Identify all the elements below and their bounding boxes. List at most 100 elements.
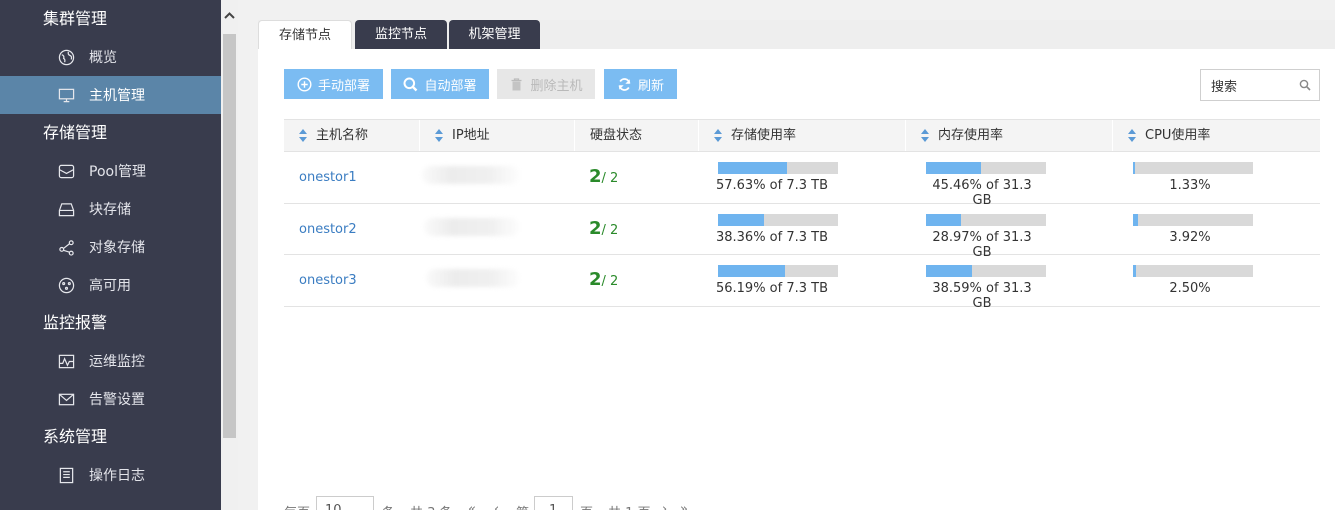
- col-divider: [1112, 120, 1113, 151]
- search-icon[interactable]: [1299, 79, 1311, 91]
- host-table: 主机名称 IP地址 硬盘状态 存储使用率 内存使用率 CPU使用率 onesto…: [284, 119, 1320, 311]
- host-name-link[interactable]: onestor2: [299, 222, 357, 237]
- ip-address-redacted: [422, 166, 520, 184]
- sidebar-item-label: 概览: [89, 50, 117, 66]
- cpu-usage-text: 3.92%: [1169, 229, 1211, 245]
- first-page-icon[interactable]: «: [468, 502, 476, 510]
- cpu-usage-bar: [1133, 162, 1253, 174]
- col-header-label: 存储使用率: [731, 128, 797, 143]
- table-header: 主机名称 IP地址 硬盘状态 存储使用率 内存使用率 CPU使用率: [284, 119, 1320, 152]
- table-row[interactable]: onestor2 2/ 2 38.36% of 7.3 TB 28.97% of…: [284, 204, 1320, 260]
- sidebar-item-high-availability[interactable]: 高可用: [0, 266, 221, 304]
- memory-usage-fill: [926, 162, 981, 174]
- sidebar-item-pool[interactable]: Pool管理: [0, 152, 221, 190]
- total-items: 共 3 条: [410, 502, 453, 510]
- auto-deploy-button[interactable]: 自动部署: [391, 69, 489, 99]
- sidebar-scrollbar[interactable]: [221, 0, 238, 510]
- col-header-host-name[interactable]: 主机名称: [299, 120, 368, 151]
- last-page-icon[interactable]: »: [680, 502, 688, 510]
- pulse-chart-icon: [57, 352, 75, 370]
- delete-host-label: 删除主机: [530, 78, 583, 94]
- per-page-select[interactable]: 10: [316, 496, 374, 510]
- sidebar-item-host-management[interactable]: 主机管理: [0, 76, 221, 114]
- sidebar-item-alert-settings[interactable]: 告警设置: [0, 380, 221, 418]
- section-title-cluster: 集群管理: [43, 9, 108, 28]
- per-page-value: 10: [325, 503, 342, 510]
- cpu-usage-fill: [1133, 162, 1135, 174]
- disk-status: 2/ 2: [589, 166, 618, 187]
- sidebar-item-label: 主机管理: [89, 88, 145, 104]
- sort-icon[interactable]: [921, 129, 929, 142]
- sort-icon[interactable]: [1128, 129, 1136, 142]
- disk-ok-count: 2: [589, 217, 602, 239]
- storage-usage-text: 38.36% of 7.3 TB: [715, 229, 829, 245]
- cpu-usage-text: 2.50%: [1169, 281, 1211, 296]
- sort-icon[interactable]: [435, 129, 443, 142]
- scrollbar-thumb[interactable]: [223, 34, 236, 438]
- storage-usage-text: 56.19% of 7.3 TB: [715, 281, 829, 296]
- ip-address-redacted: [424, 217, 520, 236]
- storage-usage-fill: [718, 213, 765, 226]
- sidebar-item-label: 对象存储: [89, 240, 145, 256]
- content-gutter: [238, 0, 258, 510]
- tabbar-top-band: [258, 0, 1335, 20]
- memory-usage-bar: [926, 265, 1046, 277]
- refresh-icon: [617, 77, 632, 92]
- sidebar-item-operation-log[interactable]: 操作日志: [0, 456, 221, 494]
- globe-icon: [57, 48, 75, 66]
- tab-storage-nodes[interactable]: 存储节点: [258, 20, 352, 49]
- table-row[interactable]: onestor3 2/ 2 56.19% of 7.3 TB 38.59% of…: [284, 255, 1320, 311]
- storage-usage-fill: [718, 162, 788, 174]
- next-page-icon[interactable]: ›: [662, 502, 667, 510]
- col-divider: [574, 120, 575, 151]
- sidebar-item-label: 运维监控: [89, 354, 145, 370]
- sidebar-item-block-storage[interactable]: 块存储: [0, 190, 221, 228]
- page-number-input[interactable]: 1: [534, 496, 573, 510]
- sidebar-item-overview[interactable]: 概览: [0, 38, 221, 76]
- auto-deploy-label: 自动部署: [424, 78, 477, 94]
- lifebuoy-icon: [57, 276, 75, 294]
- host-name-link[interactable]: onestor3: [299, 273, 357, 288]
- col-header-disk-status: 硬盘状态: [590, 120, 642, 151]
- cpu-usage-fill: [1133, 213, 1138, 226]
- col-header-storage-usage[interactable]: 存储使用率: [714, 120, 796, 151]
- sort-icon[interactable]: [714, 129, 722, 142]
- search-input[interactable]: 搜索: [1200, 69, 1320, 101]
- scroll-up-arrow-icon[interactable]: [224, 10, 235, 22]
- col-header-label: IP地址: [452, 128, 490, 143]
- memory-usage-text: 38.59% of 31.3 GB: [932, 281, 1032, 311]
- storage-usage-bar: [718, 162, 838, 174]
- table-row[interactable]: onestor1 2/ 2 57.63% of 7.3 TB 45.46% of…: [284, 152, 1320, 208]
- sidebar-item-ops-monitoring[interactable]: 运维监控: [0, 342, 221, 380]
- main-content: 存储节点 监控节点 机架管理 手动部署 自动部署 删除主机 刷新 搜索 主机名称: [258, 0, 1335, 510]
- disk-status: 2/ 2: [589, 269, 618, 290]
- prev-page-icon[interactable]: ‹: [494, 502, 499, 510]
- storage-usage-fill: [718, 265, 786, 277]
- delete-host-button[interactable]: 删除主机: [497, 69, 595, 99]
- col-header-ip[interactable]: IP地址: [435, 120, 490, 151]
- monitor-icon: [57, 86, 75, 104]
- sidebar-item-object-storage[interactable]: 对象存储: [0, 228, 221, 266]
- memory-usage-fill: [926, 265, 973, 277]
- refresh-button[interactable]: 刷新: [604, 69, 677, 99]
- mail-box-icon: [57, 162, 75, 180]
- search-placeholder: 搜索: [1211, 79, 1238, 95]
- tab-monitor-nodes[interactable]: 监控节点: [355, 20, 447, 49]
- search-icon: [403, 77, 418, 92]
- tab-rack-management[interactable]: 机架管理: [449, 20, 540, 49]
- storage-usage-text: 57.63% of 7.3 TB: [715, 178, 829, 193]
- ip-address-redacted: [426, 269, 520, 287]
- manual-deploy-button[interactable]: 手动部署: [284, 69, 383, 99]
- page-label: 第: [516, 502, 529, 510]
- host-name-link[interactable]: onestor1: [299, 170, 357, 185]
- disk-total-count: / 2: [601, 274, 619, 289]
- cpu-usage-bar: [1133, 213, 1253, 226]
- manual-deploy-label: 手动部署: [317, 78, 370, 94]
- disk-status: 2/ 2: [589, 218, 618, 239]
- col-header-memory-usage[interactable]: 内存使用率: [921, 120, 1003, 151]
- sidebar-item-label: 告警设置: [89, 392, 145, 408]
- sort-icon[interactable]: [299, 129, 307, 142]
- col-header-cpu-usage[interactable]: CPU使用率: [1128, 120, 1210, 151]
- col-divider: [905, 120, 906, 151]
- col-header-label: 内存使用率: [938, 128, 1004, 143]
